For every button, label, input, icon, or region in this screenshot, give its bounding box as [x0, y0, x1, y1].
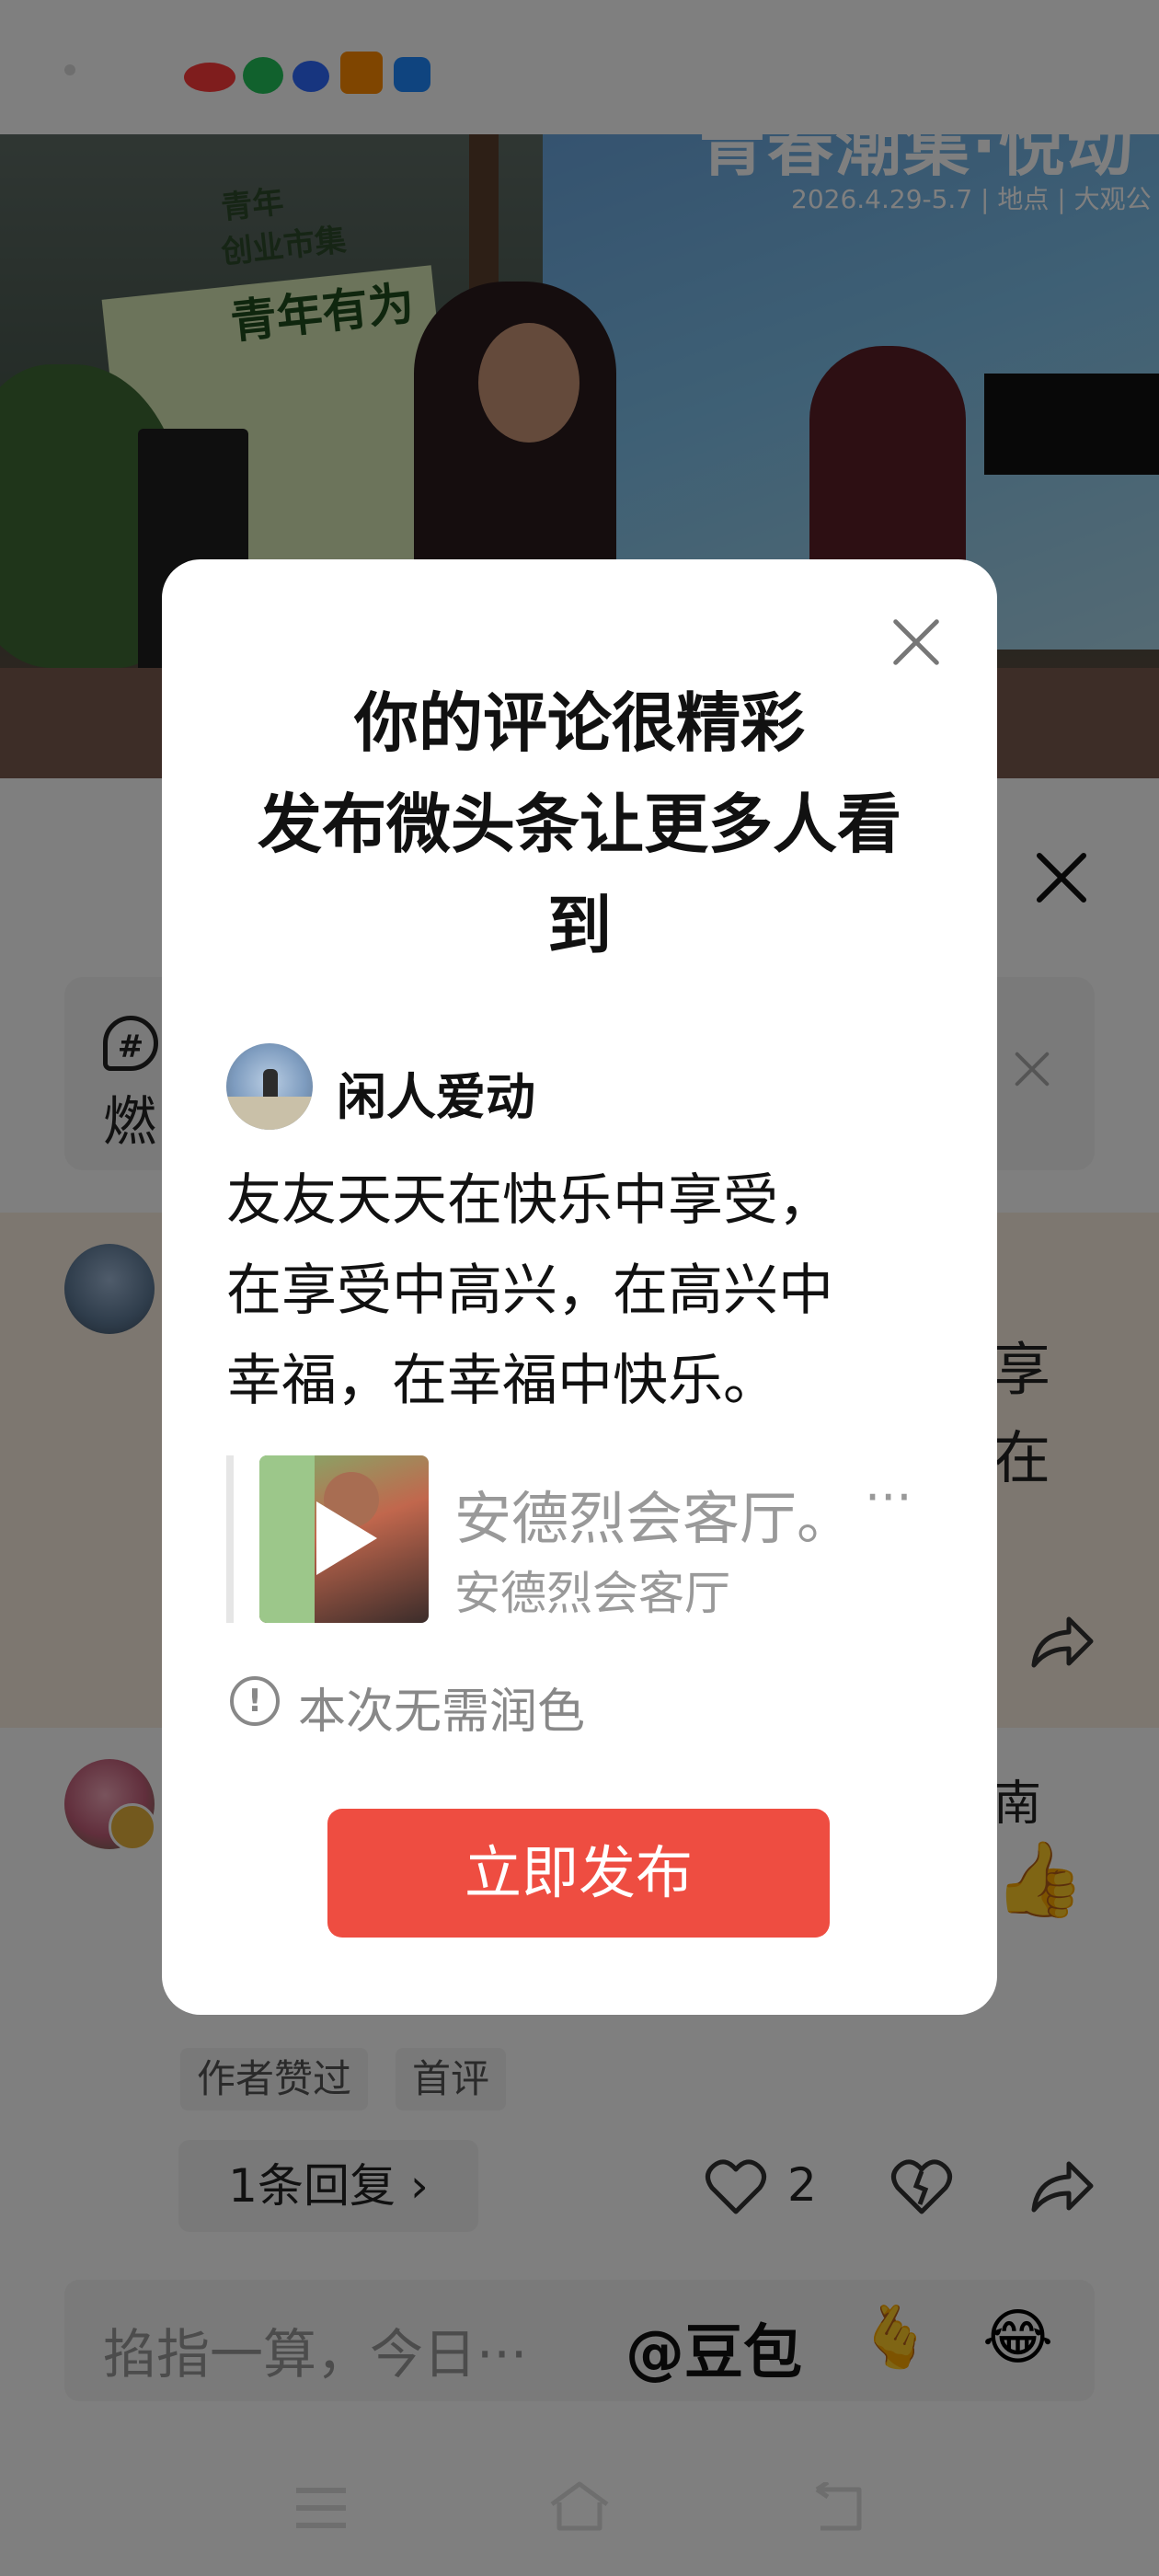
dialog-close-icon[interactable] — [890, 616, 942, 668]
quote-divider — [226, 1455, 234, 1623]
dialog-body-line: 友友天天在快乐中享受， — [226, 1168, 833, 1233]
quoted-video-title: 安德烈会客厅。 — [454, 1485, 855, 1552]
dialog-body-line: 幸福，在幸福中快乐。 — [226, 1349, 778, 1413]
no-polish-notice: 本次无需润色 — [298, 1685, 586, 1740]
dialog-username: 闲人爱动 — [337, 1068, 535, 1126]
dialog-title-line3: 到 — [547, 888, 612, 963]
dialog-title-line1: 你的评论很精彩 — [354, 685, 805, 761]
info-icon: ! — [230, 1676, 280, 1726]
dialog-body-line: 在享受中高兴，在高兴中 — [226, 1259, 833, 1323]
dialog-title-line2: 发布微头条让更多人看 — [258, 787, 901, 862]
quoted-video-more: ··· — [865, 1468, 912, 1526]
avatar — [226, 1043, 313, 1130]
play-icon — [316, 1501, 377, 1575]
quoted-video-author: 安德烈会客厅 — [454, 1567, 730, 1620]
publish-now-button[interactable]: 立即发布 — [327, 1809, 830, 1938]
quoted-video-thumbnail[interactable] — [259, 1455, 429, 1623]
